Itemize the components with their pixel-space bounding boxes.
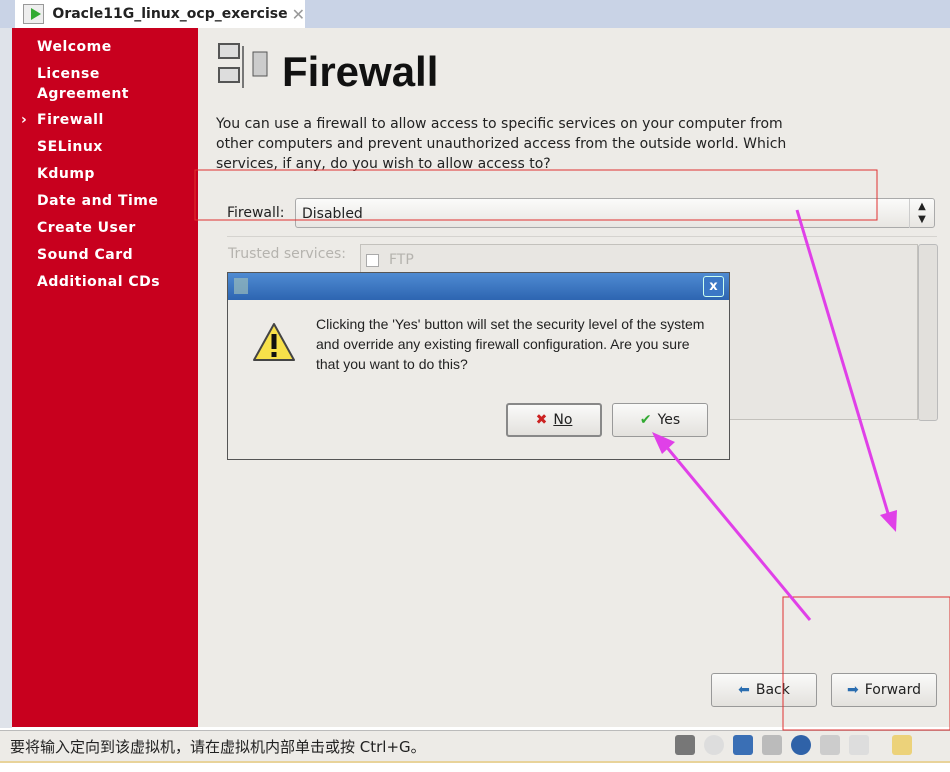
floppy-icon[interactable] — [820, 735, 840, 755]
current-marker-icon: › — [21, 112, 28, 128]
back-button[interactable]: ⬅ Back — [711, 673, 817, 707]
vm-icon — [23, 4, 45, 24]
network-icon[interactable] — [733, 735, 753, 755]
no-button[interactable]: ✖ No — [506, 403, 602, 437]
status-text: 要将输入定向到该虚拟机，请在虚拟机内部单击或按 Ctrl+G。 — [10, 738, 426, 756]
sidebar-item-selinux: SELinux — [37, 139, 103, 155]
sidebar-item-label: Firewall — [37, 112, 104, 128]
cd-icon[interactable] — [704, 735, 724, 755]
usb-icon[interactable] — [791, 735, 811, 755]
camera-icon[interactable] — [849, 735, 869, 755]
sidebar-item-sound-card: Sound Card — [37, 247, 134, 263]
x-icon: ✖ — [535, 412, 548, 428]
back-label: Back — [755, 682, 790, 698]
sidebar-item-kdump: Kdump — [37, 166, 95, 182]
trusted-services-label: Trusted services: — [228, 246, 347, 262]
sidebar: Welcome License Agreement › Firewall SELi… — [12, 28, 198, 727]
spinner-icon: ▲ ▼ — [909, 199, 934, 228]
yes-button[interactable]: ✔ Yes — [612, 403, 708, 437]
checkbox[interactable] — [366, 253, 379, 267]
arrow-left-icon: ⬅ — [738, 682, 750, 698]
no-label: No — [553, 412, 573, 428]
warning-icon — [253, 323, 295, 361]
dialog-message: Clicking the 'Yes' button will set the s… — [316, 316, 705, 372]
sidebar-item-additional-cds: Additional CDs — [37, 274, 161, 290]
arrow-right-icon: ➡ — [846, 682, 859, 698]
dialog-titlebar: x — [228, 273, 729, 300]
sidebar-item-firewall: › Firewall — [21, 110, 104, 130]
vm-tab[interactable]: Oracle11G_linux_ocp_exercise ✕ — [15, 0, 305, 28]
confirm-dialog: x Clicking the 'Yes' button will set the… — [227, 272, 730, 460]
hard-disk-icon[interactable] — [675, 735, 695, 755]
service-label: FTP — [389, 252, 414, 268]
status-bar: 要将输入定向到该虚拟机，请在虚拟机内部单击或按 Ctrl+G。 — [0, 730, 950, 763]
service-ftp[interactable]: FTP — [366, 252, 414, 268]
divider — [227, 236, 937, 237]
forward-label: Forward — [864, 682, 922, 698]
sidebar-item-welcome: Welcome — [37, 39, 112, 55]
firewall-select[interactable]: Disabled ▲ ▼ — [295, 198, 935, 228]
yes-label: Yes — [657, 412, 681, 428]
note-icon[interactable] — [892, 735, 912, 755]
firewall-value: Disabled — [302, 206, 363, 222]
page-title: Firewall — [282, 48, 439, 95]
printer-icon[interactable] — [762, 735, 782, 755]
dialog-close-button[interactable]: x — [703, 276, 724, 297]
close-tab-icon[interactable]: ✕ — [292, 5, 305, 24]
firewall-icon — [218, 43, 268, 88]
vm-tab-title: Oracle11G_linux_ocp_exercise — [52, 6, 288, 22]
host-left-strip — [0, 28, 12, 728]
sidebar-item-date-time: Date and Time — [37, 193, 159, 209]
firewall-small-icon — [234, 278, 248, 294]
services-scrollbar[interactable] — [918, 244, 938, 421]
page-description: You can use a firewall to allow access t… — [216, 116, 787, 172]
sidebar-item-license: License Agreement — [37, 66, 129, 102]
check-icon: ✔ — [639, 412, 652, 428]
sidebar-item-create-user: Create User — [37, 220, 136, 236]
firewall-label: Firewall: — [227, 205, 285, 221]
forward-button[interactable]: ➡ Forward — [831, 673, 937, 707]
